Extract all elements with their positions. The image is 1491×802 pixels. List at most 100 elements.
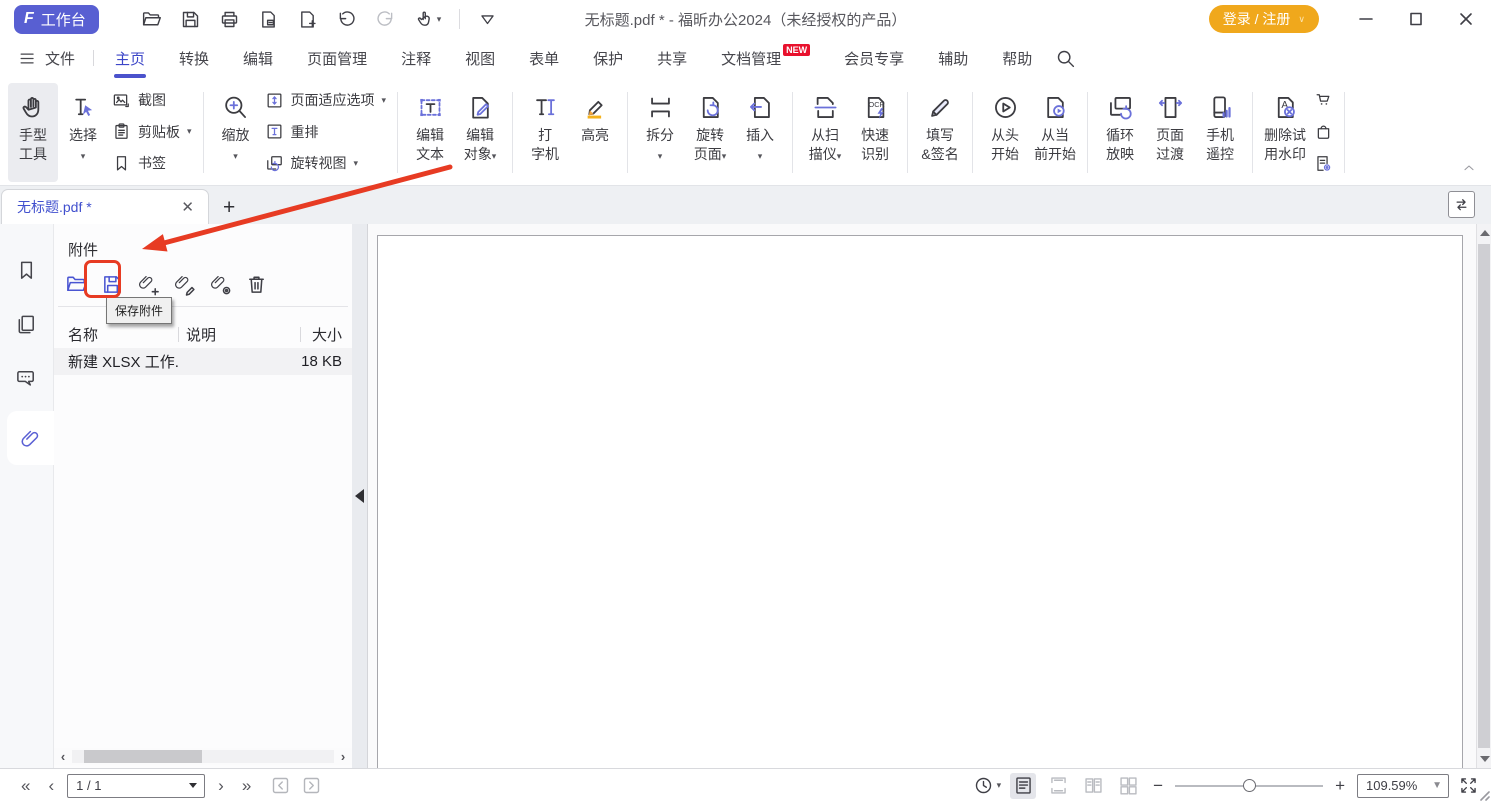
first-page-button[interactable]: «	[12, 776, 39, 796]
open-file-icon[interactable]	[141, 9, 162, 30]
ribbon-edit-object[interactable]: 编辑对象▾	[455, 83, 505, 182]
ribbon-fill-sign[interactable]: 填写&签名	[915, 83, 965, 182]
menu-item-file[interactable]: 文件	[18, 48, 89, 69]
page-number-select[interactable]: 1 / 1	[67, 774, 205, 798]
edit-attachment-icon[interactable]	[173, 273, 196, 296]
menu-item-page-management[interactable]: 页面管理	[290, 38, 384, 78]
zoom-in-button[interactable]: +	[1332, 776, 1348, 796]
ribbon-bookmark[interactable]: 书签	[112, 153, 192, 173]
ribbon-hand-tool[interactable]: 手型工具	[8, 83, 58, 182]
pdf-page[interactable]	[377, 235, 1463, 770]
sidebar-attachments[interactable]	[7, 411, 54, 465]
ribbon-play-from-current[interactable]: 从当前开始	[1030, 83, 1080, 182]
attachment-settings-icon[interactable]	[209, 273, 232, 296]
save-file-icon[interactable]	[180, 9, 201, 30]
ribbon-preferences[interactable]	[1314, 154, 1333, 173]
sidebar-pages[interactable]	[0, 297, 53, 351]
read-mode-icon[interactable]: ▾	[973, 775, 1002, 796]
zoom-level-select[interactable]: 109.59% ▼	[1357, 774, 1449, 798]
ribbon-store[interactable]	[1314, 90, 1333, 109]
panel-collapse-handle[interactable]	[352, 224, 368, 768]
attachment-row[interactable]: 新建 XLSX 工作... 18 KB	[54, 348, 352, 375]
column-header-name[interactable]: 名称	[54, 324, 178, 345]
zoom-slider-handle[interactable]	[1243, 779, 1256, 792]
close-button[interactable]	[1441, 1, 1491, 37]
vertical-scrollbar[interactable]	[1476, 224, 1491, 768]
search-icon[interactable]	[1055, 48, 1076, 69]
ribbon-highlight[interactable]: 高亮	[570, 83, 620, 182]
menu-item-edit[interactable]: 编辑	[226, 38, 290, 78]
next-page-button[interactable]: ›	[209, 776, 233, 796]
single-page-view-icon[interactable]	[1010, 773, 1036, 799]
customize-toolbar-icon[interactable]	[478, 10, 497, 29]
panel-horizontal-scrollbar[interactable]: ‹ ›	[54, 748, 352, 765]
ribbon-loop-play[interactable]: 循环放映	[1095, 83, 1145, 182]
sidebar-comments[interactable]	[0, 351, 53, 405]
menu-item-member[interactable]: 会员专享	[827, 38, 921, 78]
scroll-left-icon[interactable]: ‹	[54, 748, 72, 765]
undo-icon[interactable]	[336, 9, 357, 30]
previous-page-button[interactable]: ‹	[39, 776, 63, 796]
maximize-button[interactable]	[1391, 1, 1441, 37]
menu-item-form[interactable]: 表单	[512, 38, 576, 78]
menu-item-home[interactable]: 主页	[98, 38, 162, 78]
scrollbar-thumb[interactable]	[84, 750, 202, 763]
swap-view-button[interactable]	[1448, 191, 1475, 218]
ribbon-split[interactable]: 拆分▾	[635, 83, 685, 182]
print-icon[interactable]	[219, 9, 240, 30]
menu-item-help[interactable]: 帮助	[985, 38, 1049, 78]
ribbon-play-from-start[interactable]: 从头开始	[980, 83, 1030, 182]
menu-item-share[interactable]: 共享	[640, 38, 704, 78]
two-page-scroll-view-icon[interactable]	[1115, 773, 1141, 799]
continuous-view-icon[interactable]	[1045, 773, 1071, 799]
collapse-ribbon-icon[interactable]	[1461, 160, 1477, 176]
login-register-button[interactable]: 登录 / 注册 ∨	[1209, 5, 1319, 33]
ribbon-select[interactable]: 选择▾	[58, 83, 108, 182]
ribbon-plugins[interactable]	[1314, 122, 1333, 141]
ribbon-rotate-view[interactable]: 旋转视图▾	[265, 153, 387, 173]
menu-item-view[interactable]: 视图	[448, 38, 512, 78]
extract-page-icon[interactable]	[258, 9, 279, 30]
zoom-slider[interactable]	[1175, 776, 1323, 796]
ribbon-remove-watermark[interactable]: 删除试用水印	[1260, 83, 1310, 182]
tab-close-icon[interactable]: ✕	[177, 196, 198, 218]
vertical-scrollbar-thumb[interactable]	[1478, 244, 1490, 748]
ribbon-clipboard[interactable]: 剪贴板▾	[112, 122, 192, 142]
ribbon-reflow[interactable]: 重排	[265, 122, 387, 142]
sidebar-bookmarks[interactable]	[0, 243, 53, 297]
ribbon-page-fit[interactable]: 页面适应选项▾	[265, 90, 387, 110]
workspace-button[interactable]: F 工作台	[14, 5, 99, 34]
new-tab-button[interactable]: +	[223, 197, 235, 218]
ribbon-page-transition[interactable]: 页面过渡	[1145, 83, 1195, 182]
ribbon-zoom[interactable]: 缩放▾	[211, 83, 261, 182]
ribbon-from-scanner[interactable]: 从扫描仪▾	[800, 83, 850, 182]
menu-item-comment[interactable]: 注释	[384, 38, 448, 78]
menu-item-doc-management[interactable]: 文档管理NEW	[704, 38, 827, 78]
add-attachment-icon[interactable]	[137, 273, 160, 296]
add-page-icon[interactable]	[297, 9, 318, 30]
scroll-down-icon[interactable]	[1480, 756, 1490, 762]
ribbon-typewriter[interactable]: 打字机	[520, 83, 570, 182]
scroll-up-icon[interactable]	[1480, 230, 1490, 236]
ribbon-phone-remote[interactable]: 手机遥控	[1195, 83, 1245, 182]
ribbon-rotate-page[interactable]: 旋转页面▾	[685, 83, 735, 182]
document-tab[interactable]: 无标题.pdf * ✕	[1, 189, 209, 224]
open-attachment-icon[interactable]	[65, 273, 88, 296]
column-header-desc[interactable]: 说明	[178, 324, 300, 345]
ribbon-insert[interactable]: 插入▾	[735, 83, 785, 182]
minimize-button[interactable]	[1341, 1, 1391, 37]
zoom-out-button[interactable]: −	[1150, 776, 1166, 796]
menu-item-convert[interactable]: 转换	[162, 38, 226, 78]
column-header-size[interactable]: 大小	[300, 324, 352, 345]
save-attachment-icon[interactable]	[101, 273, 124, 296]
menu-item-accessibility[interactable]: 辅助	[921, 38, 985, 78]
resize-grip[interactable]	[1476, 787, 1490, 801]
scroll-right-icon[interactable]: ›	[334, 748, 352, 765]
delete-attachment-icon[interactable]	[245, 273, 268, 296]
last-page-button[interactable]: »	[233, 776, 260, 796]
hand-mode-icon[interactable]: ▾	[414, 9, 442, 30]
two-page-view-icon[interactable]	[1080, 773, 1106, 799]
ribbon-screenshot[interactable]: 截图	[112, 90, 192, 110]
ribbon-edit-text[interactable]: 编辑文本	[405, 83, 455, 182]
ribbon-quick-ocr[interactable]: 快速识别	[850, 83, 900, 182]
